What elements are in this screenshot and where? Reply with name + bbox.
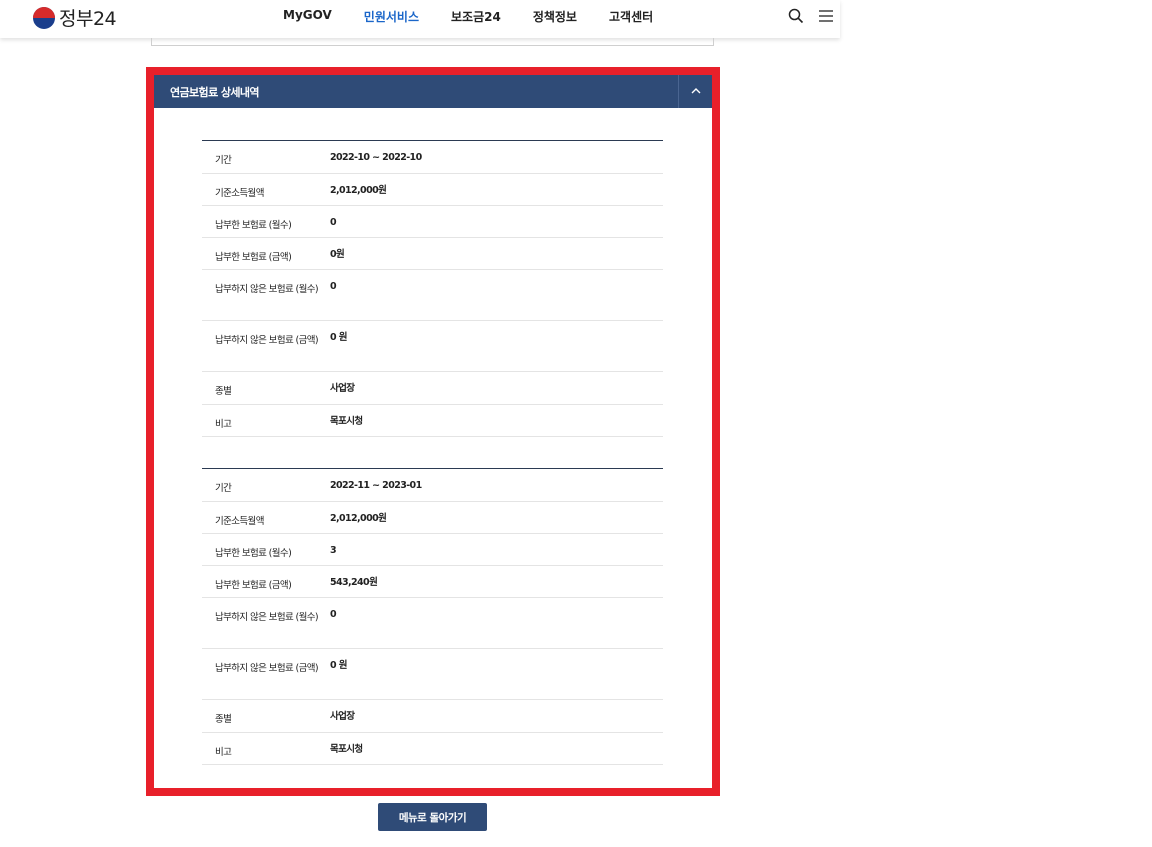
row-label: 납부한 보험료 (월수) [215, 548, 292, 559]
row-value: 목포시청 [330, 744, 363, 755]
menu-icon[interactable] [818, 8, 834, 24]
nav-policy-info[interactable]: 정책정보 [533, 8, 577, 25]
main-nav: MyGOV 민원서비스 보조금24 정책정보 고객센터 [283, 8, 685, 25]
row-value: 2022-10 ~ 2022-10 [330, 152, 422, 163]
table-row: 기간 2022-11 ~ 2023-01 [202, 469, 663, 502]
row-label: 기준소득월액 [215, 516, 264, 527]
detail-table-1: 기간 2022-10 ~ 2022-10 기준소득월액 2,012,000원 납부한… [202, 140, 663, 437]
table-row: 비고 목포시청 [202, 405, 663, 437]
chevron-up-icon [691, 88, 701, 94]
row-value: 2,012,000원 [330, 185, 387, 196]
back-to-menu-button[interactable]: 메뉴로 돌아가기 [378, 803, 487, 831]
accordion-toggle-button[interactable] [678, 75, 712, 108]
table-row: 종별 사업장 [202, 372, 663, 405]
row-label: 비고 [215, 747, 232, 758]
row-label: 기간 [215, 155, 232, 166]
detail-table-2: 기간 2022-11 ~ 2023-01 기준소득월액 2,012,000원 납부한… [202, 468, 663, 765]
row-label: 납부한 보험료 (금액) [215, 252, 292, 263]
nav-subsidy[interactable]: 보조금24 [451, 8, 501, 25]
row-label: 납부하지 않은 보험료 (금액) [215, 335, 319, 346]
row-value: 0 [330, 217, 337, 228]
table-row: 비고 목포시청 [202, 733, 663, 765]
previous-panel-bottom [151, 38, 714, 46]
row-value: 2,012,000원 [330, 513, 387, 524]
site-header: 정부24 MyGOV 민원서비스 보조금24 정책정보 고객센터 [0, 0, 840, 38]
row-label: 납부하지 않은 보험료 (월수) [215, 612, 319, 623]
row-value: 3 [330, 545, 337, 556]
row-value: 0 원 [330, 332, 347, 343]
row-label: 기간 [215, 483, 232, 494]
table-row: 납부하지 않은 보험료 (월수) 0 [202, 598, 663, 649]
taegeuk-logo-icon [33, 6, 55, 29]
row-value: 543,240원 [330, 577, 378, 588]
table-row: 납부한 보험료 (금액) 543,240원 [202, 566, 663, 598]
row-value: 2022-11 ~ 2023-01 [330, 480, 422, 491]
row-value: 0 [330, 281, 337, 292]
row-value: 0 [330, 609, 337, 620]
table-row: 종별 사업장 [202, 700, 663, 733]
table-row: 기준소득월액 2,012,000원 [202, 502, 663, 534]
accordion-title: 연금보험료 상세내역 [170, 86, 260, 99]
row-value: 사업장 [330, 711, 355, 722]
row-value: 0원 [330, 249, 345, 260]
row-label: 납부한 보험료 (월수) [215, 220, 292, 231]
row-value: 사업장 [330, 383, 355, 394]
table-row: 납부하지 않은 보험료 (금액) 0 원 [202, 321, 663, 372]
site-logo[interactable]: 정부24 [33, 4, 117, 31]
table-row: 납부한 보험료 (금액) 0원 [202, 238, 663, 270]
nav-customer-center[interactable]: 고객센터 [609, 8, 653, 25]
row-label: 기준소득월액 [215, 188, 264, 199]
search-icon[interactable] [788, 8, 804, 24]
table-row: 납부한 보험료 (월수) 0 [202, 206, 663, 238]
row-label: 납부하지 않은 보험료 (월수) [215, 284, 319, 295]
logo-text: 정부24 [59, 8, 117, 30]
row-label: 납부한 보험료 (금액) [215, 580, 292, 591]
table-row: 기간 2022-10 ~ 2022-10 [202, 141, 663, 174]
nav-civil-service[interactable]: 민원서비스 [364, 8, 419, 25]
row-value: 0 원 [330, 660, 347, 671]
row-label: 납부하지 않은 보험료 (금액) [215, 663, 319, 674]
table-row: 납부하지 않은 보험료 (금액) 0 원 [202, 649, 663, 700]
table-row: 납부하지 않은 보험료 (월수) 0 [202, 270, 663, 321]
nav-mygov[interactable]: MyGOV [283, 8, 332, 25]
table-row: 기준소득월액 2,012,000원 [202, 174, 663, 206]
row-label: 비고 [215, 419, 232, 430]
pension-detail-accordion: 연금보험료 상세내역 기간 2022-10 ~ 2022-10 기준소득월액 2,0… [154, 75, 712, 788]
accordion-header[interactable]: 연금보험료 상세내역 [154, 75, 712, 108]
row-value: 목포시청 [330, 416, 363, 427]
row-label: 종별 [215, 714, 232, 725]
table-row: 납부한 보험료 (월수) 3 [202, 534, 663, 566]
row-label: 종별 [215, 386, 232, 397]
